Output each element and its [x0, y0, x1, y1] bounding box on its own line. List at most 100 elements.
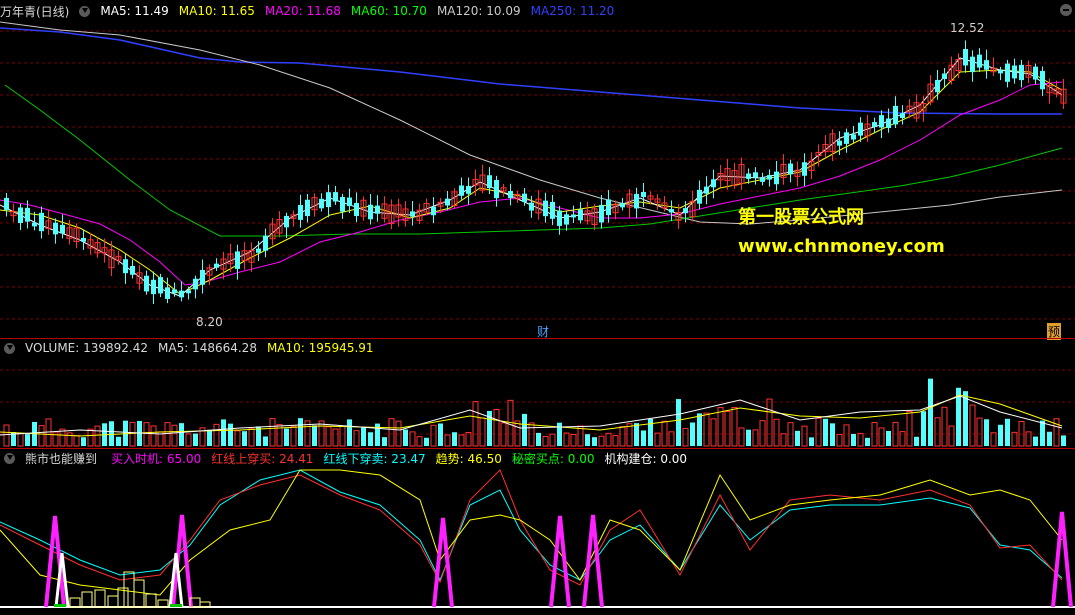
candle-body	[984, 60, 989, 70]
volume-bar	[522, 413, 527, 446]
volume-bar	[242, 431, 247, 446]
ma120-label: MA120: 10.09	[436, 4, 521, 18]
candle-body	[837, 140, 842, 146]
minimize-icon[interactable]	[1060, 4, 1072, 16]
candle-body	[235, 251, 240, 269]
volume-bar	[87, 428, 94, 447]
candle-body	[942, 73, 947, 80]
candle-body	[459, 185, 464, 196]
indicator-legend: 熊市也能赚到 买入时机: 65.00 红线上穿买: 24.41 红线下穿卖: 2…	[0, 449, 697, 467]
volume-bar	[207, 429, 212, 446]
volume-bar	[801, 425, 808, 447]
volume-bar	[382, 437, 387, 446]
buy-signal-spike	[432, 517, 454, 608]
indicator-title[interactable]: 熊市也能赚到	[25, 450, 97, 467]
candle-body	[893, 105, 898, 125]
volume-bar	[752, 429, 759, 447]
volume-bar	[878, 427, 885, 447]
trend-histogram-bar	[157, 599, 169, 608]
candle-body	[1012, 65, 1017, 79]
volume-bar	[424, 437, 429, 446]
volume-legend: VOLUME: 139892.42 MA5: 148664.28 MA10: 1…	[0, 339, 384, 357]
candle-body	[165, 287, 170, 299]
candle-body	[354, 202, 359, 217]
watermark-title: 第一股票公式网	[738, 207, 864, 228]
volume-bar	[298, 418, 303, 446]
volume-bar	[934, 417, 941, 447]
candle-body	[851, 134, 856, 140]
candle-body	[522, 193, 527, 202]
volume-bar	[17, 432, 24, 447]
candle-body	[305, 199, 310, 217]
stock-title[interactable]: 万年青(日线)	[0, 3, 69, 20]
volume-bar	[830, 423, 835, 446]
volume-bar	[403, 429, 408, 446]
volume-bar	[619, 426, 626, 447]
chevron-down-icon[interactable]	[4, 452, 15, 464]
watermark-url: www.chnmoney.com	[738, 236, 945, 257]
candle-body	[760, 177, 765, 182]
candle-body	[466, 185, 471, 194]
volume-bar	[626, 423, 633, 447]
candle-body	[711, 179, 716, 188]
candle-body	[746, 173, 751, 179]
candle-body	[375, 205, 380, 214]
volume-bar	[347, 419, 352, 446]
candle-body	[900, 113, 905, 119]
candle-body	[641, 191, 646, 198]
volume-bar	[339, 425, 346, 447]
volume-bar	[984, 419, 989, 446]
red-cross-down-label: 红线下穿卖: 23.47	[323, 451, 426, 466]
volume-bar	[865, 437, 870, 446]
candle-body	[1033, 66, 1038, 80]
candle-body	[879, 115, 884, 128]
volume-bar	[1033, 436, 1038, 446]
volume-bar	[976, 417, 983, 447]
chart-canvas[interactable]	[0, 0, 1075, 615]
candle-body	[550, 201, 555, 219]
candle-body	[256, 248, 261, 253]
volume-bar	[290, 425, 297, 447]
volume-bar	[1040, 420, 1045, 446]
candle-body	[872, 122, 877, 128]
ma10-line	[0, 69, 1063, 295]
volume-bar	[361, 427, 366, 446]
volume-bar	[773, 418, 780, 447]
candle-body	[977, 54, 982, 68]
candle-body	[410, 211, 415, 217]
volume-bar	[886, 430, 891, 446]
candle-body	[158, 277, 163, 294]
candle-body	[18, 207, 23, 224]
chevron-down-icon[interactable]	[4, 342, 15, 354]
candle-body	[263, 235, 268, 251]
volume-bar	[536, 432, 541, 446]
candle-body	[683, 208, 688, 214]
volume-bar	[179, 423, 184, 446]
volume-bar	[94, 425, 101, 447]
ma60-label: MA60: 10.70	[350, 4, 427, 18]
candle-body	[543, 200, 548, 217]
candle-body	[340, 196, 345, 212]
chevron-down-icon[interactable]	[79, 5, 91, 17]
volume-bar	[221, 419, 226, 446]
volume-bar	[312, 425, 317, 446]
volume-bar	[368, 432, 373, 446]
indicator-cyan-line	[0, 469, 1063, 582]
volume-bar	[641, 430, 646, 446]
volume-bar	[570, 433, 577, 447]
volume-bar	[780, 433, 787, 447]
volume-bar	[234, 430, 241, 447]
volume-bar	[717, 407, 724, 447]
volume-bar	[25, 434, 30, 446]
volume-bar	[795, 430, 800, 446]
candle-body	[333, 192, 338, 202]
candle-body	[130, 265, 135, 275]
buy-timing-label: 买入时机: 65.00	[111, 451, 202, 466]
buy-signal-spike	[1051, 511, 1073, 608]
volume-bar	[542, 435, 549, 447]
candle-body	[1019, 64, 1024, 81]
volume-bar	[416, 436, 423, 447]
candle-body	[193, 278, 198, 290]
volume-bar	[66, 432, 73, 447]
candle-body	[529, 202, 534, 211]
